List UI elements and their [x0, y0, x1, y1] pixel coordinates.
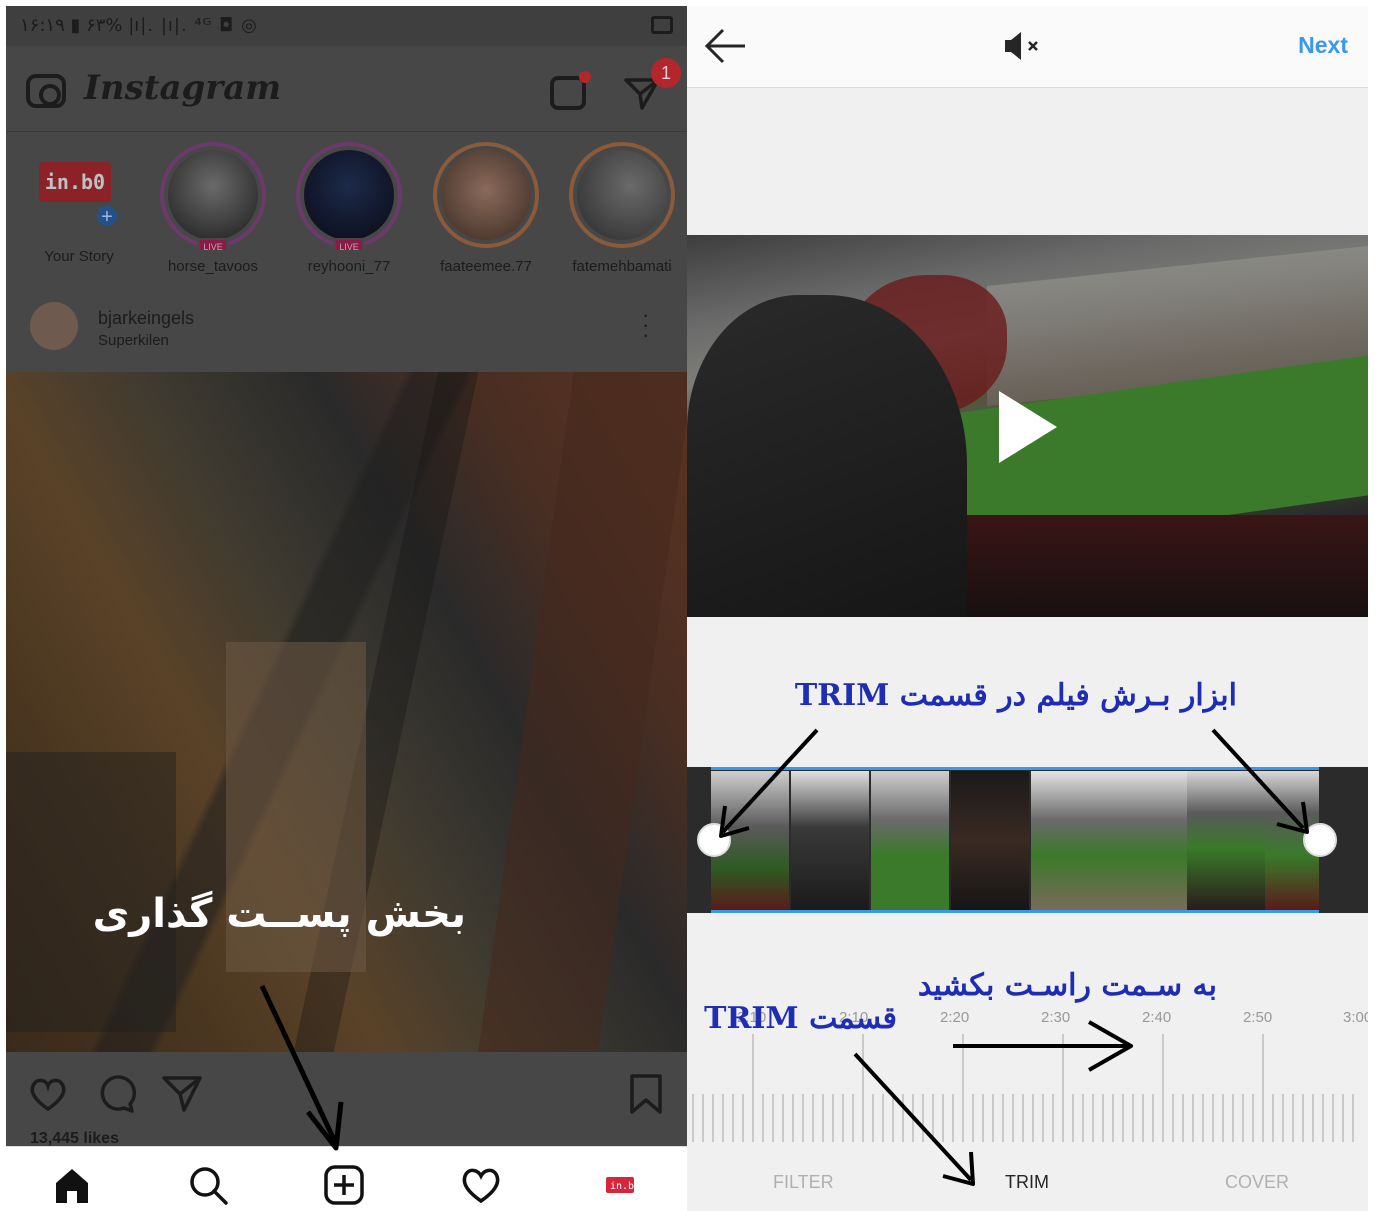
post-username[interactable]: bjarkeingels	[98, 308, 194, 329]
instagram-feed-screen: ۱۶:۱۹ ▮ ۶۳% |ı|. |ı|. ⁴ᴳ ◘ ◎ Instagram 1…	[6, 6, 687, 1211]
tab-trim[interactable]: TRIM	[1005, 1172, 1049, 1193]
add-story-icon[interactable]: +	[95, 204, 119, 228]
tab-filter[interactable]: FILTER	[773, 1172, 834, 1193]
video-filmstrip[interactable]	[687, 767, 1368, 913]
story-name: horse_tavoos	[167, 258, 259, 275]
live-badge: LIVE	[334, 238, 364, 252]
post-header: bjarkeingels Superkilen · · ·	[6, 292, 687, 372]
annotation-drag-right: به سـمت راسـت بکشید	[917, 968, 1217, 1003]
svg-text:in.b0: in.b0	[610, 1181, 640, 1192]
bottom-navigation: in.b0	[6, 1146, 687, 1211]
share-icon[interactable]	[162, 1074, 202, 1114]
story-fatemehbamati[interactable]: fatemehbamati	[557, 142, 687, 275]
story-horse-tavoos[interactable]: LIVE horse_tavoos	[148, 142, 278, 275]
video-preview[interactable]	[687, 235, 1368, 617]
editor-header: Next	[687, 6, 1368, 88]
trim-end-handle[interactable]	[1303, 823, 1337, 857]
igtv-icon[interactable]	[550, 71, 591, 110]
story-reyhooni-77[interactable]: LIVE reyhooni_77	[284, 142, 414, 275]
tab-cover[interactable]: COVER	[1225, 1172, 1289, 1193]
avatar	[441, 150, 531, 240]
post-actions: 13,445 likes	[6, 1052, 687, 1147]
avatar	[304, 150, 394, 240]
camera-icon[interactable]	[26, 74, 66, 108]
post-image[interactable]	[6, 372, 687, 1052]
cast-icon	[651, 16, 673, 34]
avatar	[577, 150, 667, 240]
live-badge: LIVE	[198, 238, 228, 252]
dm-count-badge: 1	[651, 58, 681, 88]
annotation-trim-tool: ابزار بـرش فیلم در قسمت TRIM	[794, 678, 1237, 713]
trim-start-handle[interactable]	[697, 823, 731, 857]
stories-tray: in.b0 + Your Story LIVE horse_tavoos LIV…	[6, 132, 687, 292]
heart-icon[interactable]	[28, 1074, 68, 1114]
avatar[interactable]	[30, 302, 78, 350]
search-icon[interactable]	[186, 1163, 230, 1207]
play-icon[interactable]	[999, 391, 1057, 463]
story-name: Your Story	[44, 248, 114, 265]
annotation-post-section: بخش پســت گذاری	[92, 891, 466, 937]
post-location[interactable]: Superkilen	[98, 332, 169, 349]
status-bar: ۱۶:۱۹ ▮ ۶۳% |ı|. |ı|. ⁴ᴳ ◘ ◎	[6, 6, 687, 46]
home-icon[interactable]	[50, 1163, 94, 1207]
trim-selection[interactable]	[711, 767, 1319, 913]
status-text: ۱۶:۱۹ ▮ ۶۳% |ı|. |ı|. ⁴ᴳ ◘ ◎	[20, 15, 258, 36]
story-your-story[interactable]: in.b0 + Your Story	[14, 142, 144, 265]
add-post-icon[interactable]	[322, 1163, 366, 1207]
instagram-logo: Instagram	[84, 68, 282, 108]
story-faateemee-77[interactable]: faateemee.77	[421, 142, 551, 275]
mute-icon[interactable]	[1001, 28, 1045, 64]
story-name: fatemehbamati	[572, 258, 672, 275]
next-button[interactable]: Next	[1298, 32, 1348, 59]
annotation-trim-section: قسمت TRIM	[704, 1001, 897, 1036]
trim-editor-screen: Next ابزار بـرش فیلم در قسمت TRIM به سـم…	[687, 6, 1368, 1211]
app-header: Instagram 1	[6, 46, 687, 132]
avatar	[168, 150, 258, 240]
profile-icon[interactable]: in.b0	[602, 1163, 646, 1207]
story-name: faateemee.77	[440, 258, 532, 275]
story-name: reyhooni_77	[307, 258, 391, 275]
bookmark-icon[interactable]	[626, 1074, 666, 1114]
activity-icon[interactable]	[459, 1163, 503, 1207]
back-arrow-icon[interactable]	[703, 26, 747, 66]
editor-tabs: FILTER TRIM COVER	[687, 1146, 1368, 1211]
comment-icon[interactable]	[96, 1074, 137, 1114]
more-options-icon[interactable]: · · ·	[642, 304, 649, 346]
profile-logo: in.b0	[39, 162, 111, 202]
